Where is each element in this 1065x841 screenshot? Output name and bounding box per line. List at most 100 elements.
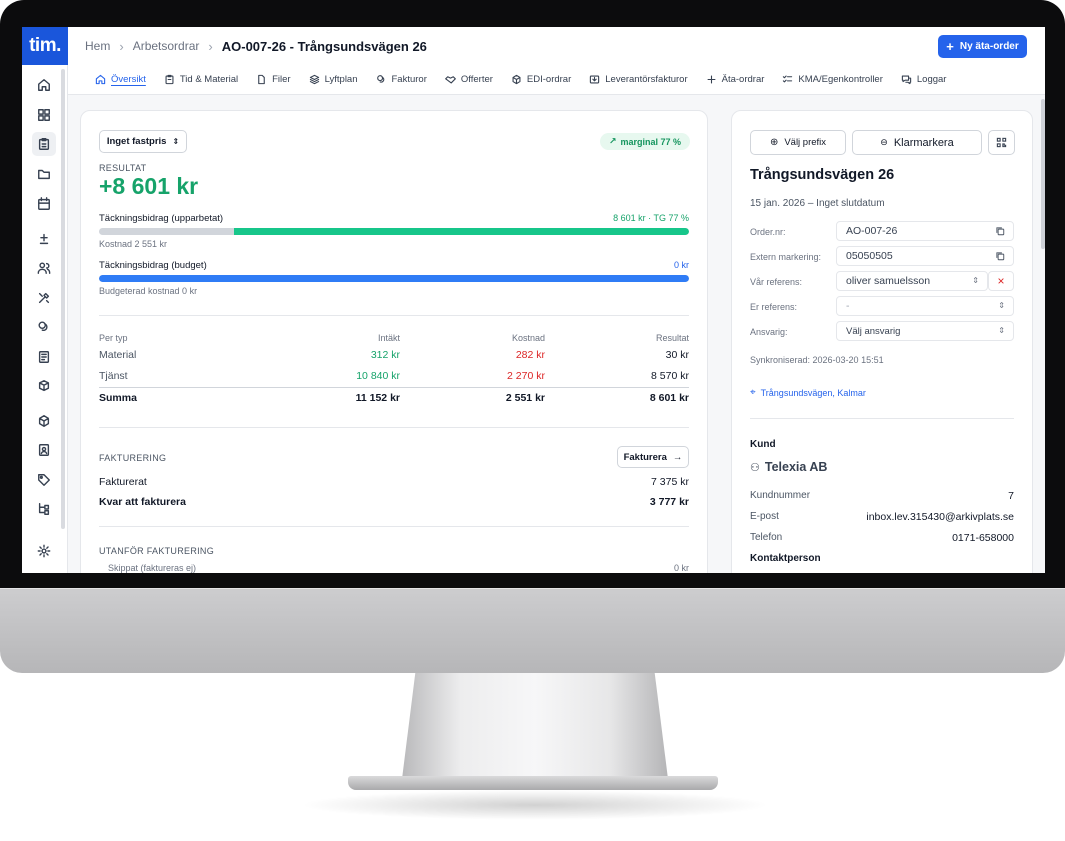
new-ata-order-button[interactable]: + Ny äta-order: [938, 35, 1027, 58]
invoice-button[interactable]: Fakturera →: [617, 446, 689, 468]
email-value[interactable]: inbox.lev.315430@arkivplats.se: [814, 511, 1014, 523]
tb-budget-cost: Budgeterad kostnad 0 kr: [99, 286, 198, 296]
tab-edi-ordrar[interactable]: EDI-ordrar: [511, 65, 571, 95]
trend-up-icon: ↗: [608, 136, 617, 146]
tab-kma-egenkontroller[interactable]: KMA/Egenkontroller: [782, 65, 883, 95]
coins-icon[interactable]: [32, 315, 56, 339]
app-screen: tim. Hem › Arbetsordrar › AO-007-26 - Tr…: [22, 27, 1045, 573]
tab-oversikt[interactable]: Översikt: [95, 65, 146, 95]
monitor-stand: [402, 673, 668, 779]
tb-budget-bar: [99, 275, 689, 282]
tab-lyftplan[interactable]: Lyftplan: [309, 65, 358, 95]
skipped-label: Skippat (faktureras ej): [108, 563, 197, 573]
choose-prefix-button[interactable]: ⊕ Välj prefix: [750, 130, 846, 155]
chevron-up-down-icon: ⇕: [972, 276, 979, 285]
breadcrumb: Hem › Arbetsordrar › AO-007-26 - Trångsu…: [85, 27, 427, 65]
settings-icon[interactable]: [32, 539, 56, 563]
tab-tid-material[interactable]: Tid & Material: [164, 65, 238, 95]
arrow-right-icon: →: [672, 451, 683, 463]
email-label: E-post: [750, 511, 779, 522]
order-info-card: ⊕ Välj prefix ⊖ Klarmarkera Trångsundsvä…: [731, 110, 1033, 573]
inbox-icon: [590, 75, 600, 84]
chevron-right-icon: ›: [208, 38, 213, 54]
top-bar: tim. Hem › Arbetsordrar › AO-007-26 - Tr…: [22, 27, 1045, 65]
breadcrumb-home[interactable]: Hem: [85, 39, 110, 53]
our-reference-select[interactable]: oliver samuelsson ⇕: [836, 271, 988, 291]
outside-billing-caption: UTANFÖR FAKTURERING: [99, 546, 215, 556]
file-icon: [258, 74, 265, 85]
customer-number-value: 7: [1008, 490, 1014, 502]
plus-minus-icon[interactable]: [32, 227, 56, 251]
tab-offerter[interactable]: Offerter: [445, 65, 493, 95]
tb-budget-value: 0 kr: [673, 260, 689, 270]
copy-icon[interactable]: [995, 226, 1005, 239]
sync-timestamp: Synkroniserad: 2026-03-20 15:51: [750, 355, 884, 365]
tb-actual-value: 8 601 kr · TG 77 %: [613, 213, 689, 223]
external-mark-field[interactable]: 05050505: [836, 246, 1014, 266]
home-icon[interactable]: [32, 73, 56, 97]
tb-budget-bar-fill: [99, 275, 689, 282]
clipboard-icon[interactable]: [32, 132, 56, 156]
layers-icon: [309, 74, 319, 85]
table-header-income: Intäkt: [377, 333, 400, 343]
tab-filer[interactable]: Filer: [256, 65, 291, 95]
phone-label: Telefon: [750, 532, 783, 543]
folder-icon[interactable]: [32, 162, 56, 186]
tab-bar: Översikt Tid & Material Filer Lyftplan F…: [68, 65, 1045, 95]
chevron-up-down-icon: ⇕: [998, 326, 1005, 335]
boxes-icon[interactable]: [32, 374, 56, 398]
responsible-select[interactable]: Välj ansvarig ⇕: [836, 321, 1014, 341]
tab-fakturor[interactable]: Fakturor: [376, 65, 427, 95]
their-reference-label: Er referens:: [750, 302, 798, 312]
toggle-icon: ⊖: [880, 137, 888, 147]
result-caption: RESULTAT: [99, 163, 147, 173]
tools-icon[interactable]: [32, 286, 56, 310]
tag-icon[interactable]: [32, 468, 56, 492]
chevron-right-icon: ›: [119, 38, 124, 54]
tab-ata-ordrar[interactable]: Äta-ordrar: [706, 65, 764, 95]
clear-reference-button[interactable]: ×: [988, 271, 1014, 291]
calendar-icon[interactable]: [32, 192, 56, 216]
tb-actual-bar-fill: [234, 228, 689, 235]
coins-icon: [376, 75, 384, 83]
divider: [99, 427, 689, 428]
users-icon[interactable]: [32, 256, 56, 280]
close-icon: ×: [997, 274, 1005, 288]
divider: [99, 315, 689, 316]
app-logo[interactable]: tim.: [22, 27, 68, 65]
main-scrollbar[interactable]: [1041, 99, 1045, 249]
external-mark-label: Extern markering:: [750, 252, 822, 262]
monitor-stand-base: [348, 776, 718, 790]
page-title: AO-007-26 - Trångsundsvägen 26: [221, 38, 427, 54]
stand-shadow: [300, 790, 770, 820]
divider: [99, 387, 689, 388]
monitor-chin: [0, 588, 1065, 673]
breadcrumb-section[interactable]: Arbetsordrar: [133, 39, 200, 53]
table-header-result: Resultat: [655, 333, 689, 343]
document-icon[interactable]: [32, 345, 56, 369]
tab-loggar[interactable]: Loggar: [901, 65, 946, 95]
order-number-field[interactable]: AO-007-26: [836, 221, 1014, 241]
hierarchy-icon[interactable]: [32, 497, 56, 521]
customer-name[interactable]: ⚇ Telexia AB: [750, 460, 827, 474]
mark-done-button[interactable]: ⊖ Klarmarkera: [852, 130, 982, 155]
customer-number-label: Kundnummer: [750, 490, 811, 501]
divider: [99, 526, 689, 527]
phone-value[interactable]: 0171-658000: [814, 532, 1014, 544]
price-type-select[interactable]: Inget fastpris ⇕: [99, 130, 187, 153]
responsible-label: Ansvarig:: [750, 327, 788, 337]
box-icon: [512, 74, 521, 85]
billing-caption: FAKTURERING: [99, 453, 167, 463]
economy-card: Inget fastpris ⇕ ↗ marginal 77 % RESULTA…: [80, 110, 708, 573]
address-link[interactable]: ⌖ Trångsundsvägen, Kalmar: [750, 387, 866, 398]
package-icon[interactable]: [32, 409, 56, 433]
sidebar-scrollbar[interactable]: [61, 69, 65, 529]
id-badge-icon[interactable]: [32, 438, 56, 462]
dashboard-icon[interactable]: [32, 103, 56, 127]
copy-icon[interactable]: [995, 251, 1005, 264]
their-reference-select[interactable]: - ⇕: [836, 296, 1014, 316]
tab-leverantorsfakturor[interactable]: Leverantörsfakturor: [589, 65, 688, 95]
qr-code-button[interactable]: [988, 130, 1015, 155]
chevron-up-down-icon: ⇕: [172, 137, 180, 146]
tb-actual-label: Täckningsbidrag (upparbetat): [99, 213, 224, 224]
